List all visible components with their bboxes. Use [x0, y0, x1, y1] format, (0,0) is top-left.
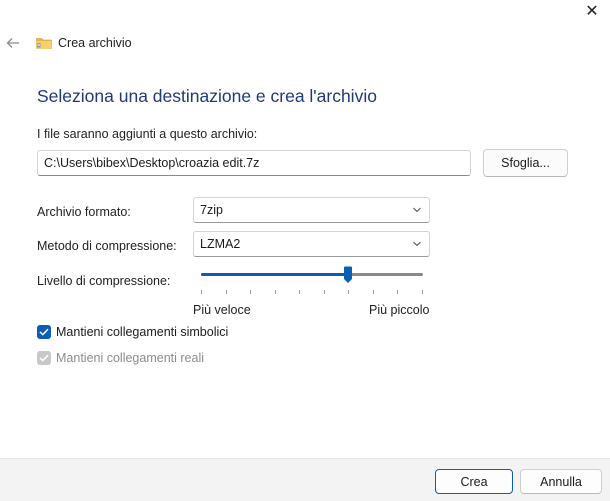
- checkmark-icon: [39, 354, 49, 362]
- slider-tick: [422, 290, 423, 294]
- slider-tick: [323, 290, 325, 294]
- slider-tick: [397, 290, 399, 294]
- slider-tick: [201, 290, 202, 294]
- slider-min-label: Più veloce: [193, 303, 251, 317]
- slider-tick: [372, 290, 374, 294]
- destination-label: I file saranno aggiunti a questo archivi…: [37, 127, 258, 141]
- slider-tick: [250, 290, 252, 294]
- compression-slider-thumb[interactable]: [343, 266, 353, 284]
- cancel-button[interactable]: Annulla: [520, 469, 602, 494]
- method-select[interactable]: LZMA2: [193, 231, 430, 257]
- close-icon: ✕: [585, 3, 599, 20]
- page-heading: Seleziona una destinazione e crea l'arch…: [37, 86, 377, 106]
- title-bar: Crea archivio: [36, 34, 132, 52]
- symlinks-option[interactable]: Mantieni collegamenti simbolici: [37, 325, 228, 339]
- slider-ticks: [201, 290, 423, 294]
- chevron-down-icon: [413, 241, 421, 247]
- slider-tick: [348, 290, 350, 294]
- arrow-left-icon: [6, 38, 19, 48]
- method-value: LZMA2: [200, 237, 241, 251]
- hardlinks-label: Mantieni collegamenti reali: [56, 351, 204, 365]
- slider-tick: [274, 290, 276, 294]
- chevron-down-icon: [413, 207, 421, 213]
- close-button[interactable]: ✕: [578, 2, 606, 22]
- compression-slider-fill: [201, 273, 348, 276]
- slider-max-label: Più piccolo: [369, 303, 430, 317]
- slider-tick: [299, 290, 301, 294]
- format-value: 7zip: [200, 203, 223, 217]
- method-label: Metodo di compressione:: [37, 239, 177, 253]
- compression-slider-track[interactable]: [201, 273, 423, 276]
- format-label: Archivio formato:: [37, 205, 131, 219]
- archive-folder-icon: [36, 38, 52, 49]
- back-button[interactable]: [4, 34, 22, 52]
- format-select[interactable]: 7zip: [193, 197, 430, 223]
- symlinks-checkbox[interactable]: [37, 325, 51, 339]
- slider-tick: [225, 290, 227, 294]
- hardlinks-option: Mantieni collegamenti reali: [37, 351, 204, 365]
- dialog-footer: [0, 458, 610, 501]
- create-button[interactable]: Crea: [435, 469, 513, 494]
- browse-button[interactable]: Sfoglia...: [483, 149, 568, 177]
- hardlinks-checkbox: [37, 351, 51, 365]
- window-title: Crea archivio: [58, 36, 132, 50]
- slider-thumb-shape: [343, 266, 352, 283]
- checkmark-icon: [39, 328, 49, 336]
- destination-path-input[interactable]: [37, 150, 471, 176]
- level-label: Livello di compressione:: [37, 274, 171, 288]
- symlinks-label: Mantieni collegamenti simbolici: [56, 325, 229, 339]
